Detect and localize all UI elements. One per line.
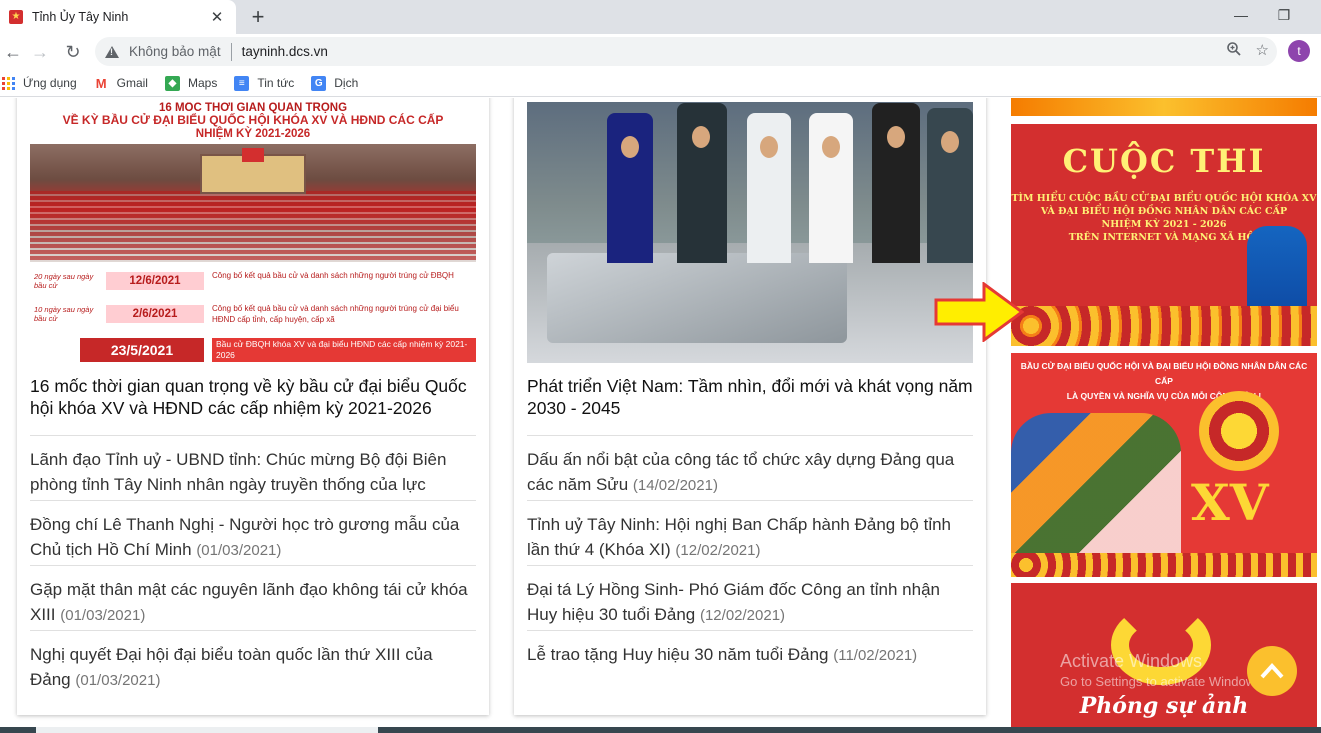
windows-activation-watermark: Activate Windows Go to Settings to activ… xyxy=(1060,651,1265,689)
list-item[interactable]: Nghị quyết Đại hội đại biểu toàn quốc lầ… xyxy=(30,630,476,695)
infographic-milestone: 20 ngày sau ngày bầu cử 12/6/2021 Công b… xyxy=(30,268,476,296)
milestone-note: 20 ngày sau ngày bầu cử xyxy=(34,272,94,290)
list-item[interactable]: Tỉnh uỷ Tây Ninh: Hội nghị Ban Chấp hành… xyxy=(527,500,973,565)
photo-report-title: Phóng sự ảnh xyxy=(1079,693,1249,719)
election-poster-banner[interactable]: BẦU CỬ ĐẠI BIỂU QUỐC HỘI VÀ ĐẠI BIỂU HỘI… xyxy=(1011,353,1317,577)
news-list: Dấu ấn nổi bật của công tác tổ chức xây … xyxy=(527,435,973,695)
scroll-to-top-button[interactable] xyxy=(1247,646,1297,696)
security-status-label[interactable]: Không bảo mật xyxy=(129,44,221,59)
reload-icon[interactable]: ↻ xyxy=(60,39,86,65)
assembly-hall-picture xyxy=(30,144,476,262)
article-headline-link[interactable]: 16 mốc thời gian quan trọng về kỳ bầu cử… xyxy=(30,375,476,419)
milestone-desc: Bầu cử ĐBQH khóa XV và đại biểu HĐND các… xyxy=(212,338,476,362)
list-item[interactable]: Lãnh đạo Tỉnh uỷ - UBND tỉnh: Chúc mừng … xyxy=(30,435,476,500)
news-title-link[interactable]: Lễ trao tặng Huy hiệu 30 năm tuổi Đảng xyxy=(527,645,828,664)
list-item[interactable]: Lễ trao tặng Huy hiệu 30 năm tuổi Đảng (… xyxy=(527,630,973,695)
close-tab-icon[interactable]: ✕ xyxy=(206,6,228,28)
gmail-icon: M xyxy=(93,75,109,91)
bookmarks-bar: Ứng dụng M Gmail ◆ Maps ≡ Tin tức G Dịch xyxy=(0,70,1321,97)
tab-strip: ★ Tỉnh Ủy Tây Ninh ✕ + — ❐ xyxy=(0,0,1321,34)
news-date: (01/03/2021) xyxy=(196,542,282,559)
factory-visit-photo[interactable] xyxy=(527,102,973,363)
bookmark-label: Dịch xyxy=(334,76,359,90)
back-arrow-icon[interactable]: ← xyxy=(0,39,26,65)
infographic-image[interactable]: 16 MỐC THỜI GIAN QUAN TRỌNG VỀ KỲ BẦU CỬ… xyxy=(30,102,476,363)
bookmark-maps[interactable]: ◆ Maps xyxy=(164,75,218,91)
news-title-link[interactable]: Lãnh đạo Tỉnh uỷ - UBND tỉnh: Chúc mừng … xyxy=(30,450,446,494)
translate-icon: G xyxy=(311,75,327,91)
bookmark-translate[interactable]: G Dịch xyxy=(311,75,359,91)
warning-triangle-icon[interactable] xyxy=(105,45,119,58)
contest-banner[interactable]: CUỘC THI TÌM HIỂU CUỘC BẦU CỬ ĐẠI BIỂU Q… xyxy=(1011,124,1317,346)
milestone-desc: Công bố kết quả bầu cử và danh sách nhữn… xyxy=(212,271,454,280)
profile-avatar[interactable]: t xyxy=(1288,40,1310,62)
milestone-note: 10 ngày sau ngày bầu cử xyxy=(34,305,94,323)
bookmark-label: Gmail xyxy=(116,76,148,90)
bookmark-gmail[interactable]: M Gmail xyxy=(93,75,148,91)
contest-title: CUỘC THI xyxy=(1062,142,1266,180)
maps-icon: ◆ xyxy=(164,75,180,91)
restore-window-icon[interactable]: ❐ xyxy=(1264,0,1304,30)
news-date: (12/02/2021) xyxy=(675,542,761,559)
watermark-line: Go to Settings to activate Windows. xyxy=(1060,674,1266,689)
news-card-left: 16 MỐC THỜI GIAN QUAN TRỌNG VỀ KỲ BẦU CỬ… xyxy=(17,98,489,715)
address-bar[interactable]: Không bảo mật tayninh.dcs.vn ☆ xyxy=(95,37,1277,66)
apps-icon xyxy=(2,76,15,90)
yellow-arrow-icon xyxy=(934,282,1024,342)
sidebar-banner-partial[interactable] xyxy=(1011,98,1317,116)
new-tab-button[interactable]: + xyxy=(246,4,270,29)
milestone-date: 12/6/2021 xyxy=(106,272,204,290)
news-card-right: Phát triển Việt Nam: Tầm nhìn, đổi mới v… xyxy=(514,98,986,715)
browser-tab-active[interactable]: ★ Tỉnh Ủy Tây Ninh ✕ xyxy=(0,0,236,34)
poster-slogan: BẦU CỬ ĐẠI BIỂU QUỐC HỘI VÀ ĐẠI BIỂU HỘI… xyxy=(1020,361,1308,401)
infographic-heading: VỀ KỲ BẦU CỬ ĐẠI BIỂU QUỐC HỘI KHÓA XV V… xyxy=(62,113,444,127)
minimize-window-icon[interactable]: — xyxy=(1221,0,1261,30)
page-viewport: 16 MỐC THỜI GIAN QUAN TRỌNG VỀ KỲ BẦU CỬ… xyxy=(0,98,1321,733)
forward-arrow-icon[interactable]: → xyxy=(27,39,53,65)
citizens-illustration xyxy=(1011,413,1181,563)
bookmark-news[interactable]: ≡ Tin tức xyxy=(234,75,295,91)
bookmark-apps[interactable]: Ứng dụng xyxy=(2,76,77,90)
chevron-up-icon xyxy=(1260,663,1284,679)
poster-xv-text: XV xyxy=(1191,473,1269,532)
news-date: (01/03/2021) xyxy=(75,672,161,689)
party-flag-favicon-icon: ★ xyxy=(9,10,23,24)
taskbar-strip xyxy=(0,727,1321,733)
tab-title: Tỉnh Ủy Tây Ninh xyxy=(32,10,129,24)
bookmark-label: Maps xyxy=(187,76,218,90)
url-text[interactable]: tayninh.dcs.vn xyxy=(242,44,328,59)
milestone-date: 2/6/2021 xyxy=(106,305,204,323)
list-item[interactable]: Đồng chí Lê Thanh Nghị - Người học trò g… xyxy=(30,500,476,565)
news-date: (01/03/2021) xyxy=(60,607,146,624)
list-item[interactable]: Đại tá Lý Hồng Sinh- Phó Giám đốc Công a… xyxy=(527,565,973,630)
sunflower-decoration xyxy=(1011,306,1317,346)
bookmark-label: Ứng dụng xyxy=(23,76,77,90)
list-item[interactable]: Gặp mặt thân mật các nguyên lãnh đạo khô… xyxy=(30,565,476,630)
news-date: (14/02/2021) xyxy=(632,477,718,494)
watermark-line: Activate Windows xyxy=(1060,651,1203,671)
infographic-heading: NHIỆM KỲ 2021-2026 xyxy=(195,128,311,140)
browser-toolbar: ← → ↻ Không bảo mật tayninh.dcs.vn ☆ t xyxy=(0,34,1321,70)
news-date: (12/02/2021) xyxy=(699,607,786,624)
national-emblem-icon xyxy=(1199,391,1279,471)
news-title-link[interactable]: Dấu ấn nổi bật của công tác tổ chức xây … xyxy=(527,450,954,494)
sunflower-decoration xyxy=(1011,553,1317,577)
article-headline-link[interactable]: Phát triển Việt Nam: Tầm nhìn, đổi mới v… xyxy=(527,375,973,419)
news-icon: ≡ xyxy=(234,75,250,91)
milestone-desc: Công bố kết quả bầu cử và danh sách nhữn… xyxy=(212,304,459,324)
news-list: Lãnh đạo Tỉnh uỷ - UBND tỉnh: Chúc mừng … xyxy=(30,435,476,695)
infographic-milestone: 10 ngày sau ngày bầu cử 2/6/2021 Công bố… xyxy=(30,301,476,329)
zoom-icon[interactable] xyxy=(1226,41,1242,61)
milestone-date: 23/5/2021 xyxy=(80,338,204,362)
infographic-final-milestone: 23/5/2021 Bầu cử ĐBQH khóa XV và đại biể… xyxy=(30,338,476,363)
address-divider xyxy=(230,42,232,61)
list-item[interactable]: Dấu ấn nổi bật của công tác tổ chức xây … xyxy=(527,435,973,500)
bookmark-star-icon[interactable]: ☆ xyxy=(1256,41,1269,61)
news-date: (11/02/2021) xyxy=(833,647,918,664)
bookmark-label: Tin tức xyxy=(257,76,295,90)
